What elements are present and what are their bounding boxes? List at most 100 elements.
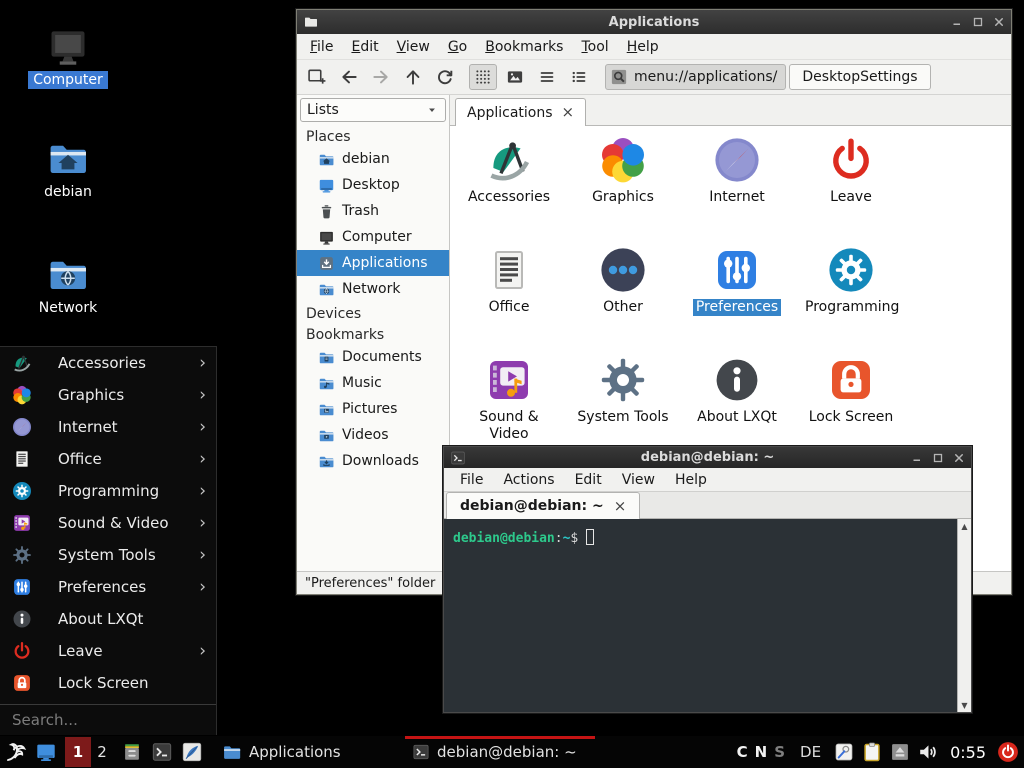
submenu-arrow-icon: › [199,385,206,405]
quicklaunch-filemanager[interactable] [117,736,147,768]
menu-item-leave[interactable]: Leave› [0,635,216,667]
detail-view-button[interactable] [565,64,593,90]
maximize-button[interactable] [932,452,944,464]
desktop-icon-computer[interactable]: Computer [16,24,120,89]
power-button[interactable] [997,741,1019,763]
menu-item-lock-screen[interactable]: Lock Screen [0,667,216,699]
downloads-folder-icon [318,453,335,470]
scroll-down-icon[interactable]: ▼ [961,698,967,712]
keyboard-layout[interactable]: DE [800,743,821,761]
minimize-button[interactable] [951,16,963,28]
menu-item-preferences[interactable]: Preferences› [0,571,216,603]
desktop-icon-debian[interactable]: debian [16,136,120,201]
quicklaunch-terminal[interactable] [147,736,177,768]
up-button[interactable] [399,64,427,90]
quicklaunch-editor[interactable] [177,736,207,768]
workspace-2-button[interactable]: 2 [91,743,113,761]
volume-icon[interactable] [917,741,939,763]
network-folder-icon [46,252,90,296]
menu-view[interactable]: View [612,472,665,488]
show-desktop-button[interactable] [31,736,60,768]
computer-icon [318,229,335,246]
sidebar-item-music[interactable]: Music [297,370,449,396]
list-view-button[interactable] [533,64,561,90]
menu-help[interactable]: Help [665,472,717,488]
sidebar-item-pictures[interactable]: Pictures [297,396,449,422]
minimize-button[interactable] [911,452,923,464]
menu-item-programming[interactable]: Programming› [0,475,216,507]
eject-tray-icon[interactable] [890,742,910,762]
fm-titlebar[interactable]: Applications [297,10,1011,34]
terminal-titlebar[interactable]: debian@debian: ~ [444,447,971,468]
menu-go[interactable]: Go [439,39,476,55]
sidebar-item-desktop[interactable]: Desktop [297,172,449,198]
app-item-graphics[interactable]: Graphics [566,132,680,242]
menu-edit[interactable]: Edit [342,39,387,55]
app-item-accessories[interactable]: Accessories [452,132,566,242]
clipboard-tray-icon[interactable] [861,741,883,763]
close-button[interactable] [953,452,965,464]
menu-edit[interactable]: Edit [565,472,612,488]
sidebar-item-network[interactable]: Network [297,276,449,302]
sidebar-item-computer[interactable]: Computer [297,224,449,250]
desktop-icon-label: Network [34,299,102,317]
scrolllock-indicator: S [774,743,785,761]
desktop-icon-network[interactable]: Network [16,252,120,317]
scroll-up-icon[interactable]: ▲ [961,519,967,533]
app-item-leave[interactable]: Leave [794,132,908,242]
menu-bookmarks[interactable]: Bookmarks [476,39,572,55]
task-terminal[interactable]: debian@debian: ~ [405,736,595,768]
path-sibling-button[interactable]: DesktopSettings [789,64,930,90]
forward-button[interactable] [367,64,395,90]
menu-help[interactable]: Help [618,39,668,55]
sidebar-item-downloads[interactable]: Downloads [297,448,449,474]
menu-tool[interactable]: Tool [572,39,617,55]
menu-item-system-tools[interactable]: System Tools› [0,539,216,571]
address-icon [610,68,628,86]
menu-item-graphics[interactable]: Graphics› [0,379,216,411]
close-button[interactable] [993,16,1005,28]
menu-item-sound-video[interactable]: Sound & Video› [0,507,216,539]
sidebar-item-documents[interactable]: Documents [297,344,449,370]
detail-view-icon [570,68,588,86]
up-icon [403,67,423,87]
menu-item-office[interactable]: Office› [0,443,216,475]
maximize-button[interactable] [972,16,984,28]
new-tab-button[interactable] [303,64,331,90]
sidebar-item-debian[interactable]: debian [297,146,449,172]
app-item-office[interactable]: Office [452,242,566,352]
screenshot-tray-icon[interactable] [834,742,854,762]
task-applications[interactable]: Applications [215,736,405,768]
workspace-1-button[interactable]: 1 [65,737,91,767]
path-segment[interactable]: menu://applications/ [605,64,786,90]
start-menu: Accessories› Graphics› Internet› Office›… [0,346,217,735]
start-menu-button[interactable] [0,736,31,768]
tab-close-icon[interactable]: × [614,497,627,515]
clock[interactable]: 0:55 [950,743,986,762]
app-item-other[interactable]: Other [566,242,680,352]
reload-button[interactable] [431,64,459,90]
terminal-scrollbar[interactable]: ▲ ▼ [957,519,971,712]
app-item-preferences[interactable]: Preferences [680,242,794,352]
sidebar-mode-combo[interactable]: Lists [300,98,446,122]
sidebar-item-trash[interactable]: Trash [297,198,449,224]
sidebar-item-applications[interactable]: Applications [297,250,449,276]
app-item-programming[interactable]: Programming [794,242,908,352]
tab-applications[interactable]: Applications × [455,98,586,126]
back-button[interactable] [335,64,363,90]
menu-item-internet[interactable]: Internet› [0,411,216,443]
thumbnail-view-button[interactable] [501,64,529,90]
tab-close-icon[interactable]: × [562,105,575,120]
menu-item-about-lxqt[interactable]: About LXQt [0,603,216,635]
menu-file[interactable]: File [301,39,342,55]
terminal-tab[interactable]: debian@debian: ~ × [446,492,640,519]
terminal-screen[interactable]: debian@debian:~$ ▲ ▼ [444,519,971,712]
menu-item-accessories[interactable]: Accessories› [0,347,216,379]
icon-view-button[interactable] [469,64,497,90]
app-item-internet[interactable]: Internet [680,132,794,242]
sidebar-item-videos[interactable]: Videos [297,422,449,448]
menu-view[interactable]: View [388,39,439,55]
menu-file[interactable]: File [450,472,493,488]
menu-search-input[interactable]: Search... [0,704,216,735]
menu-actions[interactable]: Actions [493,472,564,488]
